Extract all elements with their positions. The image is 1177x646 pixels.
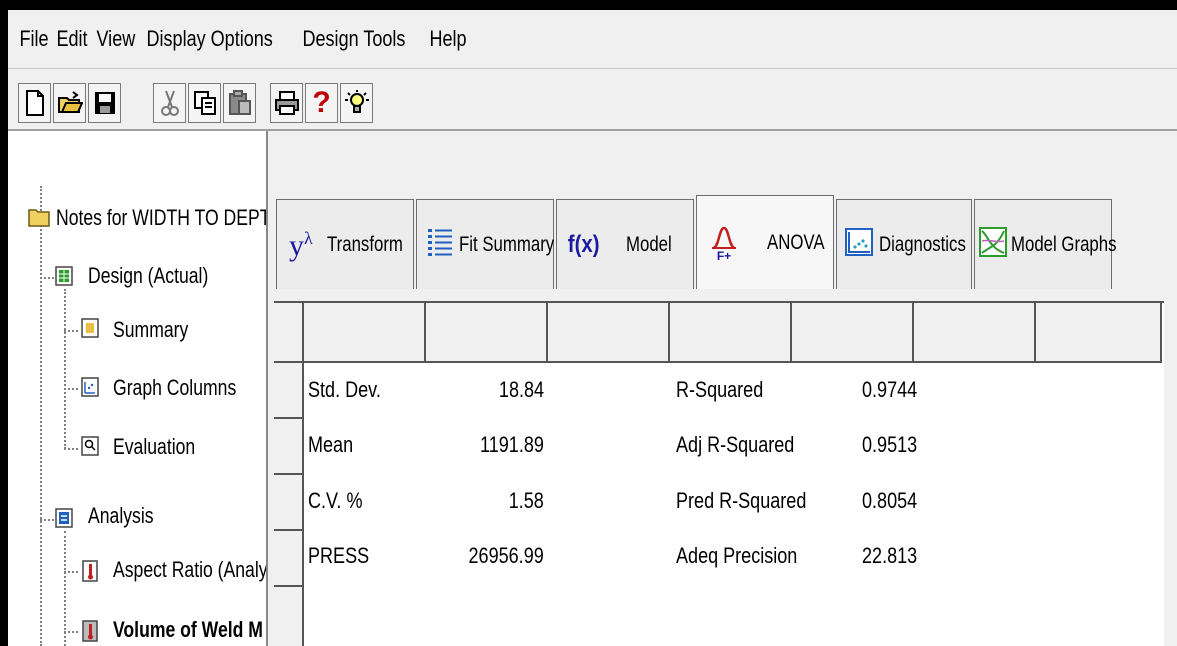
evaluation-magnifier-icon [80,435,102,459]
tip-lightbulb-icon[interactable] [340,83,373,123]
column-header[interactable] [548,303,670,363]
tab-transform[interactable]: yλ Transform [276,199,414,289]
tab-label: Model [626,232,673,256]
folder-icon [28,207,50,231]
tree-item-graph-columns[interactable]: Graph Columns [113,375,236,401]
column-header[interactable] [792,303,914,363]
stat-value: 1.58 [508,488,544,513]
diagnostics-scatter-icon [845,228,873,261]
stat-label: PRESS [308,543,370,568]
tab-fit-summary[interactable]: Fit Summary [416,199,554,289]
analysis-doc-icon [54,507,76,531]
tab-label: Diagnostics [879,232,966,256]
menu-file[interactable]: File [8,26,48,52]
graph-columns-icon [80,376,102,400]
tab-label: Transform [326,232,403,256]
stat-value: 0.9744 [862,377,918,402]
tree-item-design-actual[interactable]: Design (Actual) [88,263,208,289]
save-disk-icon[interactable] [88,83,121,123]
row-header[interactable] [274,587,304,646]
model-graphs-surface-icon [979,227,1007,262]
transform-icon: yλ [289,227,313,262]
paste-icon[interactable] [223,83,256,123]
stat-value: 26956.99 [468,543,544,568]
stat-value: 18.84 [498,377,544,402]
row-header[interactable] [274,475,304,531]
tree-item-summary[interactable]: Summary [113,317,188,343]
column-header[interactable] [914,303,1036,363]
stat-label: Pred R-Squared [676,488,807,513]
new-document-icon[interactable] [18,83,51,123]
stat-label: Adj R-Squared [676,432,795,457]
column-header[interactable] [426,303,548,363]
tab-label: ANOVA [767,230,825,254]
tab-model[interactable]: f(x) Model [556,199,694,289]
stat-value: 22.813 [862,543,918,568]
stat-label: Mean [308,432,354,457]
copy-icon[interactable] [188,83,221,123]
row-header[interactable] [274,363,304,419]
tree-item-volume-of-weld[interactable]: Volume of Weld M [113,617,263,643]
stat-value: 1191.89 [480,432,544,457]
cut-scissors-icon[interactable] [153,83,186,123]
fit-statistics-grid: Std. Dev. 18.84 R-Squared 0.9744 Mean 11… [274,301,1164,646]
tree-item-aspect-ratio[interactable]: Aspect Ratio (Analy [113,557,266,583]
column-header[interactable] [1036,303,1162,363]
stat-value: 0.8054 [862,488,918,513]
navigation-tree: Notes for WIDTH TO DEPTH Design (Actual)… [8,131,268,646]
response-thermometer-icon [80,619,102,643]
menu-design-tools[interactable]: Design Tools [291,26,405,52]
row-header[interactable] [274,531,304,587]
fit-summary-list-icon [427,227,453,262]
function-fx-icon: f(x) [567,230,600,258]
response-thermometer-icon [80,559,102,583]
design-grid-icon [54,265,76,289]
tab-label: Model Graphs [1011,232,1117,256]
tree-root-notes[interactable]: Notes for WIDTH TO DEPTH [56,205,266,231]
print-icon[interactable] [270,83,303,123]
app-window: File Edit View Display Options Design To… [0,0,1177,646]
analysis-panel: yλ Transform Fit Summary f(x) Model F+ A… [268,131,1177,646]
toolbar: ? [8,69,1177,131]
menu-edit[interactable]: Edit [45,26,88,52]
anova-distribution-icon: F+ [711,224,737,262]
help-question-icon[interactable]: ? [305,83,338,123]
tree-item-evaluation[interactable]: Evaluation [113,434,195,460]
tab-label: Fit Summary [459,232,555,256]
column-header[interactable] [670,303,792,363]
summary-doc-icon [80,317,102,341]
menu-display-options[interactable]: Display Options [135,26,272,52]
open-folder-icon[interactable] [53,83,86,123]
menu-bar: File Edit View Display Options Design To… [8,10,1177,69]
tab-anova[interactable]: F+ ANOVA [696,195,834,289]
stat-label: Std. Dev. [308,377,381,402]
tab-diagnostics[interactable]: Diagnostics [836,199,972,289]
column-header[interactable] [304,303,426,363]
tree-item-analysis[interactable]: Analysis [88,503,154,529]
stat-label: Adeq Precision [676,543,798,568]
row-header[interactable] [274,419,304,475]
menu-view[interactable]: View [85,26,136,52]
stat-label: C.V. % [308,488,363,513]
stat-value: 0.9513 [862,432,918,457]
menu-help[interactable]: Help [418,26,467,52]
grid-corner [274,303,304,363]
stat-label: R-Squared [676,377,764,402]
tab-model-graphs[interactable]: Model Graphs [974,199,1117,289]
